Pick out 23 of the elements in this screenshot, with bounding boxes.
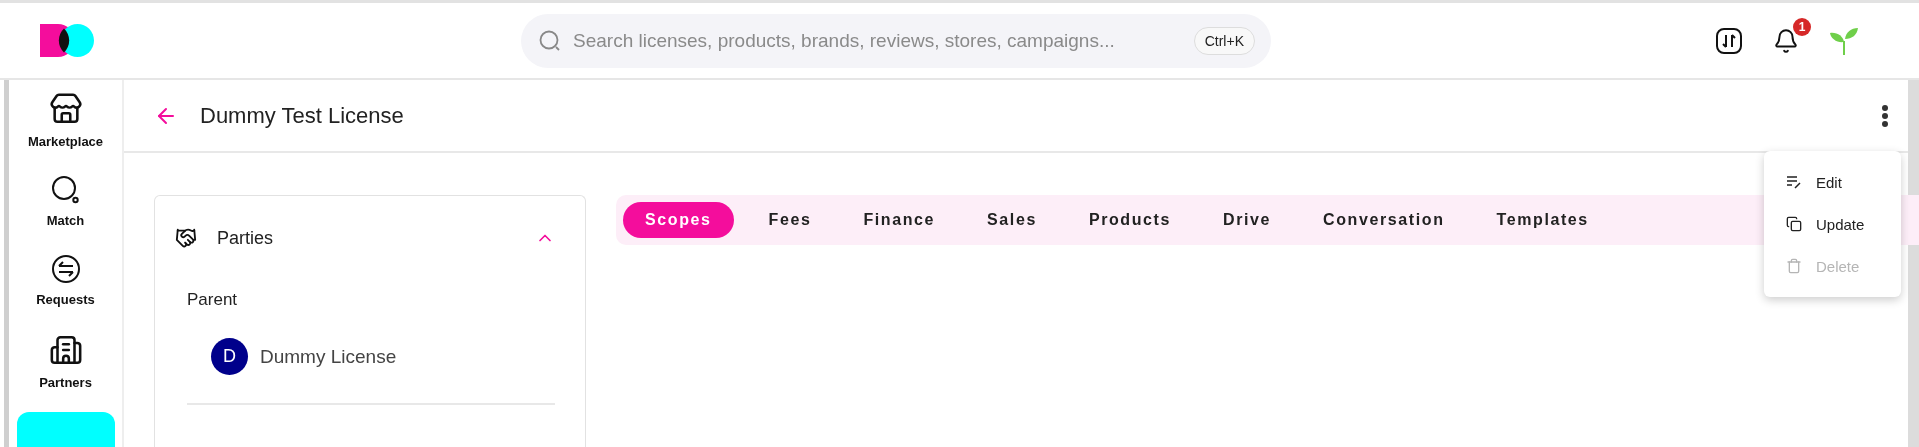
tab[interactable]: Scopes: [623, 202, 734, 238]
sidebar-item[interactable]: Match: [16, 171, 115, 234]
search-field[interactable]: Search licenses, products, brands, reviews, stores, campaigns... Ctrl+K: [521, 13, 1271, 68]
menu-item[interactable]: Update: [1764, 203, 1901, 245]
tab[interactable]: Sales: [970, 202, 1054, 238]
shortcut-key: Ctrl+K: [1193, 26, 1255, 55]
section-heading: Parent: [187, 290, 239, 310]
tab[interactable]: Drive: [1206, 202, 1289, 238]
sidebar-item[interactable]: Marketplace: [16, 88, 115, 155]
sidebar-item[interactable]: Requests: [16, 250, 115, 313]
tab[interactable]: Finance: [846, 202, 953, 238]
card-title: Parties: [217, 227, 274, 249]
sidebar-item[interactable]: Partners: [16, 329, 115, 396]
tab[interactable]: Products: [1071, 202, 1189, 238]
notification-badge: 1: [1793, 17, 1811, 36]
search-input[interactable]: Search licenses, products, brands, reviews, stores, campaigns...: [571, 28, 1184, 53]
tab[interactable]: Templates: [1479, 202, 1606, 238]
party-name[interactable]: Dummy License: [260, 345, 397, 368]
avatar: D: [211, 338, 248, 375]
tab[interactable]: Fees: [751, 202, 829, 238]
tab[interactable]: Conversation: [1306, 202, 1462, 238]
page-title: Dummy Test License: [200, 102, 404, 129]
menu-item[interactable]: Edit: [1764, 161, 1901, 203]
